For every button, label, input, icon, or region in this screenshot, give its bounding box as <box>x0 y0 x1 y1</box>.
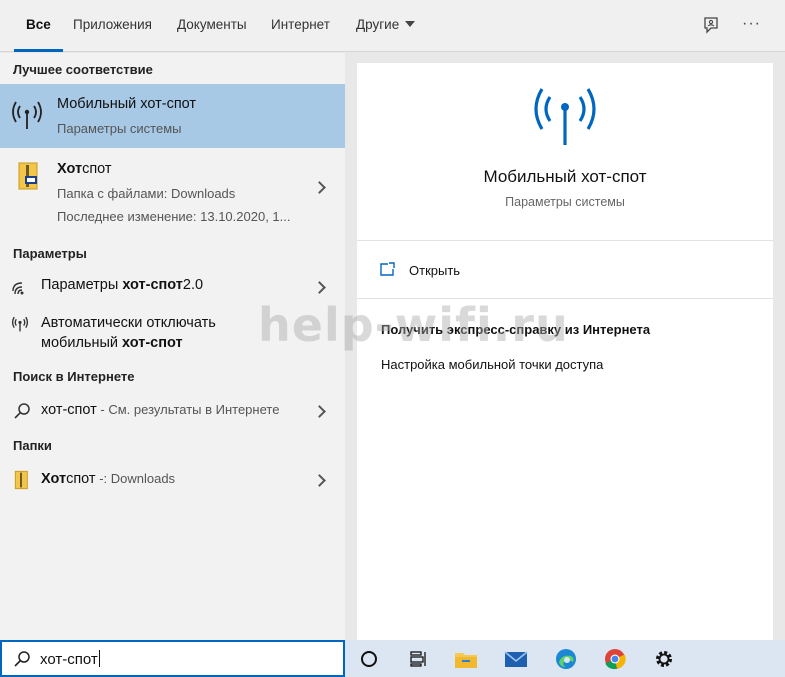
open-label: Открыть <box>409 263 461 278</box>
result-title: Параметры хот-спот2.0 <box>41 277 203 293</box>
wifi-icon <box>12 279 30 300</box>
settings-icon[interactable] <box>651 646 677 672</box>
result-title: Мобильный хот-спот <box>57 96 197 112</box>
detail-title: Мобильный хот-спот <box>483 167 647 186</box>
chevron-down-icon <box>405 21 416 27</box>
search-query: хот-спот <box>40 650 100 668</box>
wireless-broadcast-icon <box>529 85 601 150</box>
open-icon <box>379 261 397 280</box>
result-title-line1: Автоматически отключать <box>41 315 216 331</box>
result-title: хот-спот - См. результаты в Интернете <box>41 402 279 418</box>
search-value: хот-спот <box>40 651 98 668</box>
section-best-match: Лучшее соответствие <box>13 62 153 77</box>
result-mobile-hotspot[interactable]: Мобильный хот-спот Параметры системы <box>0 84 345 148</box>
chevron-right-icon[interactable] <box>313 474 326 487</box>
tab-more[interactable]: Другие <box>356 0 416 52</box>
title-pre: мобильный <box>41 335 123 351</box>
divider <box>357 298 773 299</box>
result-path: Папка с файлами: Downloads <box>57 186 236 201</box>
result-title: Хотспот -: Downloads <box>41 471 175 487</box>
search-icon <box>13 402 31 423</box>
folder-suffix: -: Downloads <box>95 471 176 486</box>
web-suffix: - См. результаты в Интернете <box>96 402 280 417</box>
result-modified: Последнее изменение: 13.10.2020, 1... <box>57 209 291 224</box>
search-icon <box>13 650 31 671</box>
wireless-broadcast-icon <box>11 98 43 135</box>
tab-apps[interactable]: Приложения <box>73 0 152 52</box>
file-explorer-icon[interactable] <box>453 646 479 672</box>
chevron-right-icon[interactable] <box>313 405 326 418</box>
chevron-right-icon[interactable] <box>313 181 326 194</box>
result-web-search[interactable]: хот-спот - См. результаты в Интернете <box>0 396 345 426</box>
result-title-line2: мобильный хот-спот <box>41 335 183 351</box>
result-hotspot-settings[interactable]: Параметры хот-спот2.0 <box>0 272 345 302</box>
section-folders: Папки <box>13 438 52 453</box>
edge-icon[interactable] <box>553 646 579 672</box>
web-help-heading: Получить экспресс-справку из Интернета <box>381 322 651 337</box>
match-bold: хот-спот <box>122 335 183 351</box>
tab-web[interactable]: Интернет <box>271 0 330 52</box>
result-title: Хотспот <box>57 161 112 177</box>
search-input[interactable]: хот-спот <box>0 640 345 677</box>
divider <box>357 240 773 241</box>
tab-all[interactable]: Все <box>14 0 63 52</box>
detail-subtitle: Параметры системы <box>505 195 625 209</box>
folder-zip-icon <box>14 470 30 493</box>
wireless-broadcast-icon <box>11 315 29 336</box>
chrome-icon[interactable] <box>602 646 628 672</box>
match-bold: хот-спот <box>122 277 183 293</box>
text-cursor <box>98 650 100 667</box>
more-icon[interactable]: ··· <box>742 14 764 36</box>
search-scope-tabs: Все Приложения Документы Интернет Другие… <box>0 0 785 52</box>
result-auto-disable-hotspot[interactable]: Автоматически отключать мобильный хот-сп… <box>0 310 345 356</box>
detail-pane: Мобильный хот-спот Параметры системы Отк… <box>357 63 773 640</box>
title-post: 2.0 <box>182 277 204 293</box>
title-rest: спот <box>66 471 96 487</box>
feedback-icon[interactable] <box>700 14 722 36</box>
title-pre: Параметры <box>41 277 123 293</box>
web-help-link[interactable]: Настройка мобильной точки доступа <box>381 357 603 372</box>
chevron-right-icon[interactable] <box>313 281 326 294</box>
web-query: хот-спот <box>41 402 97 418</box>
results-pane: Лучшее соответствие Мобильный хот-спот П… <box>0 53 345 640</box>
section-settings: Параметры <box>13 246 87 261</box>
result-subtitle: Параметры системы <box>57 121 182 136</box>
result-folder-hotspot[interactable]: Хотспот Папка с файлами: Downloads После… <box>0 149 345 234</box>
folder-zip-icon <box>17 161 41 194</box>
tab-documents[interactable]: Документы <box>177 0 247 52</box>
match-bold: Хот <box>41 471 67 487</box>
tab-more-label: Другие <box>356 17 400 32</box>
match-bold: Хот <box>57 161 83 177</box>
task-view-icon[interactable] <box>404 646 430 672</box>
taskbar <box>345 640 785 677</box>
title-rest: спот <box>82 161 112 177</box>
cortana-icon[interactable] <box>356 646 382 672</box>
result-folder[interactable]: Хотспот -: Downloads <box>0 465 345 495</box>
mail-icon[interactable] <box>503 646 529 672</box>
section-web-search: Поиск в Интернете <box>13 369 135 384</box>
